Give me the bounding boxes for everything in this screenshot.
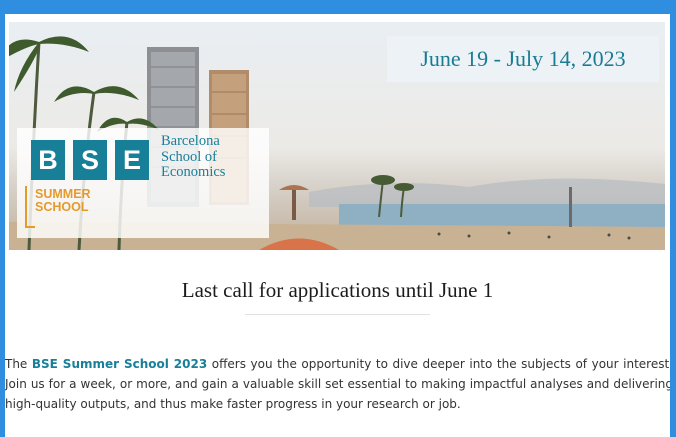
page-headline: Last call for applications until June 1	[181, 278, 494, 302]
intro-paragraph: The BSE Summer School 2023 offers you th…	[5, 354, 670, 414]
logo-letter-e: E	[115, 140, 149, 180]
intro-highlight: BSE Summer School 2023	[31, 357, 208, 371]
logo-letter-s: S	[73, 140, 107, 180]
summer-school-bracket	[25, 186, 35, 228]
logo-letter-b: B	[31, 140, 65, 180]
headline-divider	[245, 314, 430, 315]
bse-summer-school-logo: B S E Barcelona School of Economics SUMM…	[17, 128, 269, 238]
hero-banner: June 19 - July 14, 2023 B S E Barcelona …	[9, 22, 665, 250]
logo-name-line: Economics	[161, 164, 226, 180]
logo-name-line: Barcelona	[161, 133, 220, 149]
intro-prefix: The	[5, 357, 32, 371]
event-dates: June 19 - July 14, 2023	[387, 36, 659, 82]
summer-line: SCHOOL	[35, 200, 89, 214]
logo-name-line: School of	[161, 148, 217, 165]
logo-school-name: Barcelona School of Economics	[161, 133, 271, 181]
newsletter-card: June 19 - July 14, 2023 B S E Barcelona …	[5, 14, 670, 437]
summer-school-label: SUMMER SCHOOL	[35, 188, 91, 214]
